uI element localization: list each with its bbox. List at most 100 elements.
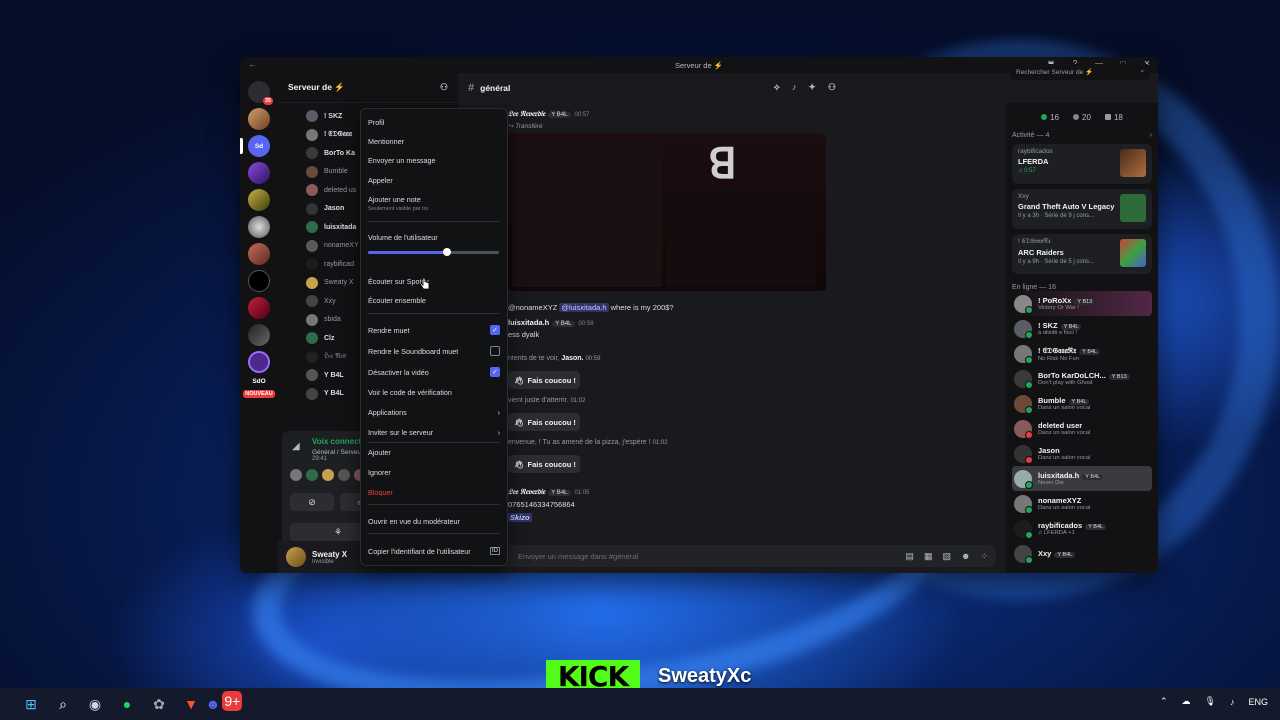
avatar[interactable] — [286, 547, 306, 567]
channel-name: général — [480, 82, 511, 93]
server-icon[interactable] — [248, 270, 270, 292]
activity-card[interactable]: raybificados LFERDA ♫ 0:57 — [1012, 144, 1152, 184]
steam-icon[interactable]: ◉ — [84, 694, 106, 714]
member-row[interactable]: ! SKZ Y B4L à ɑlisitti e fisci ! — [1012, 316, 1152, 341]
server-label[interactable]: SdO — [252, 378, 265, 385]
member-row[interactable]: Xxy Y B4L — [1012, 541, 1152, 566]
menu-item-add[interactable]: Ajouter — [368, 444, 500, 460]
wave-button[interactable]: 👋︎ Fais coucou ! — [508, 371, 580, 389]
sticker-icon[interactable]: ▧ — [942, 551, 951, 562]
server-icon[interactable] — [248, 189, 270, 211]
gif-icon[interactable]: ▦ — [924, 551, 933, 562]
menu-item-listen-together[interactable]: Écouter ensemble — [368, 292, 500, 308]
menu-item-disable-video[interactable]: Désactiver la vidéo ✓ — [368, 364, 500, 380]
microphone-icon[interactable]: 🎙︎ — [1205, 696, 1216, 707]
threads-icon[interactable]: ⟡ — [774, 82, 780, 93]
chevron-right-icon: › — [497, 407, 500, 417]
menu-divider — [368, 442, 500, 443]
volume-slider[interactable] — [368, 248, 499, 256]
menu-item-mute[interactable]: Rendre muet ✓ — [368, 322, 500, 338]
server-icon[interactable] — [248, 108, 270, 130]
image-logo: ꓭ — [708, 139, 737, 188]
menu-item-verify-code[interactable]: Voir le code de vérification — [368, 384, 500, 400]
signal-icon: ◢ — [292, 441, 300, 452]
member-row[interactable]: BorTo KarDoLCH... Y B13 Don't play with Gh… — [1012, 366, 1152, 391]
camera-off-button[interactable]: ⊘ — [290, 493, 334, 511]
server-header[interactable]: Serveur de ⚡ ⚇ — [278, 73, 458, 103]
menu-item-add-note[interactable]: Ajouter une note — [368, 191, 500, 207]
emoji-icon[interactable]: ☻ — [961, 551, 970, 562]
forwarded-image[interactable]: ꓭ — [508, 133, 826, 291]
member-row[interactable]: raybificados Y B4L ♫ LFERDA +1 — [1012, 516, 1152, 541]
activity-card[interactable]: Xxy Grand Theft Auto V Legacy Il y a 3h … — [1012, 189, 1152, 229]
search-input[interactable]: Rechercher Serveur de ⚡ ⌕ — [1010, 64, 1150, 80]
message: ess dyalk — [508, 330, 540, 339]
user-status: Invisible — [312, 558, 334, 565]
server-icon[interactable] — [248, 243, 270, 265]
volume-label: Volume de l'utilisateur — [368, 232, 438, 242]
volume-knob[interactable] — [442, 248, 451, 256]
server-icon[interactable] — [248, 351, 270, 373]
gift-icon[interactable]: ▤ — [905, 551, 914, 562]
member-row[interactable]: ! PoRoXx Y B13 Victory Or War ! — [1012, 291, 1152, 316]
server-icon[interactable] — [248, 216, 270, 238]
checkbox-checked[interactable]: ✓ — [490, 325, 500, 335]
wave-icon: 👋︎ — [514, 417, 524, 427]
menu-item-ignore[interactable]: Ignorer — [368, 464, 500, 480]
discord-icon[interactable]: ☻ 9+ — [206, 691, 243, 714]
message-input[interactable]: Envoyer un message dans #général ▤ ▦ ▧ ☻… — [468, 545, 996, 567]
menu-item-block[interactable]: Bloquer — [368, 484, 500, 500]
menu-item-mention[interactable]: Mentionner — [368, 133, 500, 149]
menu-item-apps[interactable]: Applications › — [368, 404, 500, 420]
activity-thumbnail — [1120, 239, 1146, 267]
menu-item-soundboard-mute[interactable]: Rendre le Soundboard muet✓ — [368, 343, 500, 359]
app-icon[interactable]: ✿ — [148, 694, 170, 714]
server-icon[interactable] — [248, 297, 270, 319]
member-row[interactable]: nonameXYZ Dans un salon vocal — [1012, 491, 1152, 516]
checkbox-checked[interactable]: ✓ — [490, 367, 500, 377]
server-name: Serveur de ⚡ — [288, 82, 345, 92]
members-icon[interactable]: ⚇ — [828, 82, 836, 93]
add-member-icon[interactable]: ⚇ — [440, 82, 448, 93]
spotify-icon[interactable]: ● — [116, 694, 138, 714]
back-arrow-icon[interactable]: ← — [248, 59, 257, 69]
message-header: luisxitada.h Y B4L 00:58 — [508, 318, 594, 327]
system-message: vient juste d'atterrir. 01:02 — [508, 397, 586, 404]
menu-item-invite[interactable]: Inviter sur le serveur › — [368, 424, 500, 440]
hand-cursor-icon — [419, 277, 430, 290]
voice-timer: 29:41 — [312, 456, 328, 462]
windows-start-icon[interactable]: ⊞ — [20, 694, 42, 714]
discord-home-icon[interactable]: 35 — [248, 81, 273, 105]
member-row[interactable]: ! 𝔈𝔇𝔊𝔞𝔞𝔞ℜ𝔵 Y B4L No Risk No Fun — [1012, 341, 1152, 366]
system-message: ntents de te voir, Jason. 00:59 — [508, 355, 601, 362]
server-icon[interactable]: Sd — [240, 135, 270, 157]
menu-item-send-message[interactable]: Envoyer un message — [368, 152, 500, 168]
member-row[interactable]: deleted user Dans un salon vocal — [1012, 416, 1152, 441]
server-counts: 16 20 18 — [1012, 103, 1152, 122]
member-row[interactable]: Bumble Y B4L Dans un salon vocal — [1012, 391, 1152, 416]
bell-icon[interactable]: ♪ — [792, 82, 797, 93]
menu-item-profile[interactable]: Profil — [368, 114, 500, 130]
activity-card[interactable]: ! 𝔈𝔇𝔊𝔞𝔞𝔞ℜ𝔵 ARC Raiders Il y a 9h · Série… — [1012, 234, 1152, 274]
wave-button[interactable]: 👋︎ Fais coucou ! — [508, 455, 580, 473]
menu-divider — [368, 533, 500, 534]
server-icon[interactable] — [248, 324, 270, 346]
menu-item-copy-id[interactable]: Copier l'identifiant de l'utilisateur ID — [368, 543, 500, 559]
apps-icon[interactable]: ⁘ — [980, 551, 988, 562]
language-indicator[interactable]: ENG — [1248, 697, 1268, 707]
server-icon[interactable] — [248, 162, 270, 184]
member-row[interactable]: luisxitada.h Y B4L Never Die — [1012, 466, 1152, 491]
channel-header: # général ⟡ ♪ ✦ ⚇ — [458, 73, 1006, 103]
search-icon[interactable]: ⌕ — [52, 694, 74, 714]
menu-item-spotify[interactable]: Écouter sur Spotify — [368, 273, 500, 289]
pin-icon[interactable]: ✦ — [808, 82, 816, 93]
menu-item-call[interactable]: Appeler — [368, 172, 500, 188]
checkbox-unchecked[interactable]: ✓ — [490, 346, 500, 356]
volume-icon[interactable]: ♪ — [1230, 697, 1235, 707]
menu-item-moderator-view[interactable]: Ouvrir en vue du modérateur — [368, 513, 500, 529]
brave-icon[interactable]: ▼ — [180, 694, 202, 714]
member-row[interactable]: Jason Dans un salon vocal — [1012, 441, 1152, 466]
wave-button[interactable]: 👋︎ Fais coucou ! — [508, 413, 580, 431]
tray-chevron-icon[interactable]: ⌃ — [1160, 696, 1168, 707]
network-icon[interactable]: ☁ — [1182, 696, 1191, 707]
